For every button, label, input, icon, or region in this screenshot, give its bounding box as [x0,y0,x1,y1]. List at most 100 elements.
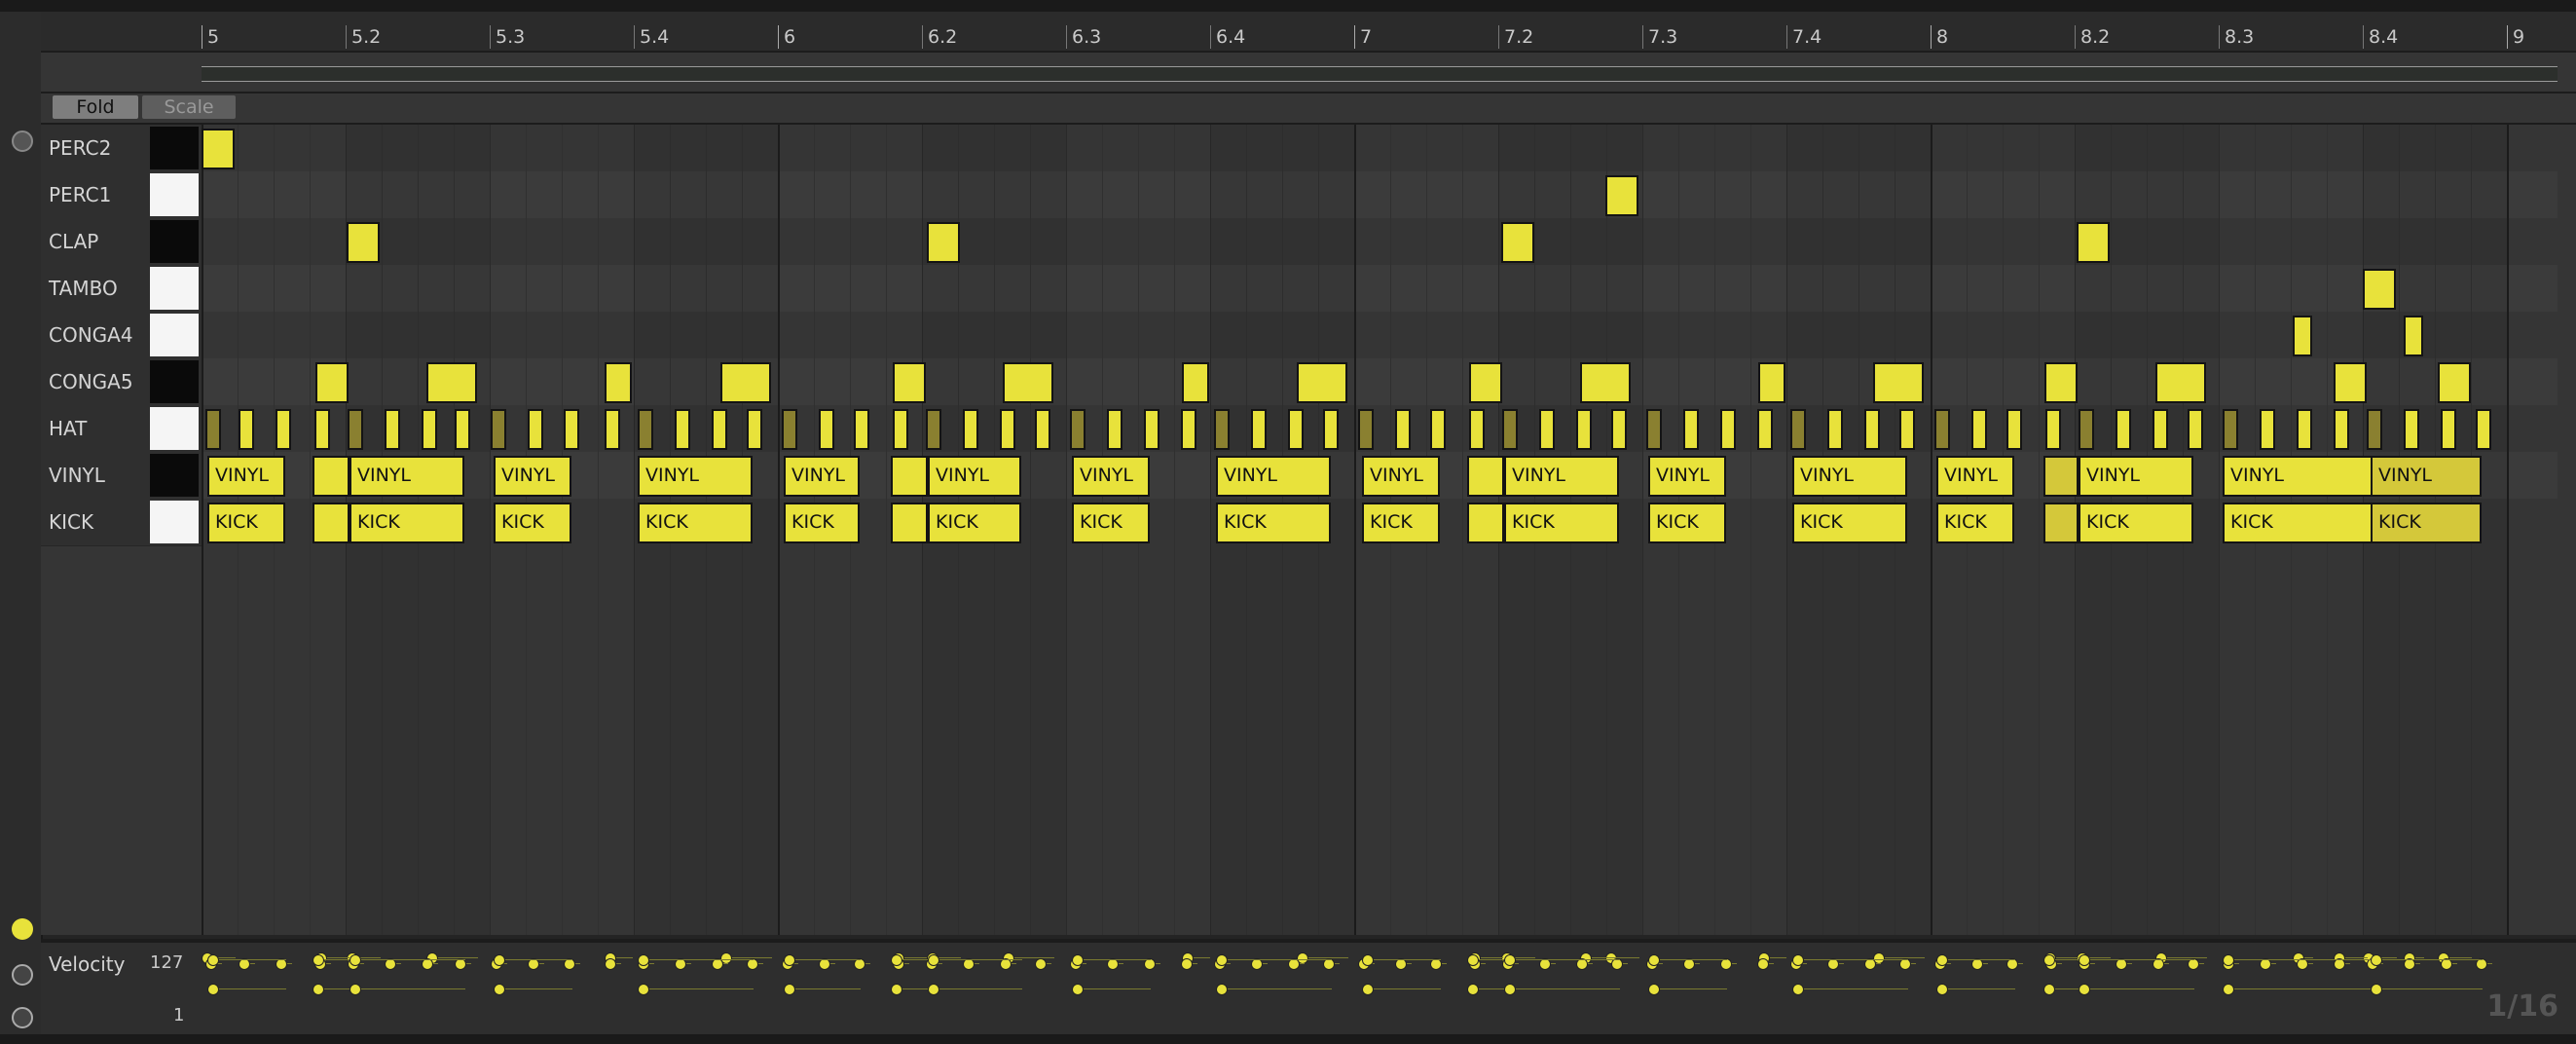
velocity-marker[interactable] [1648,954,1660,966]
velocity-marker[interactable] [891,984,902,995]
note-vinyl[interactable] [891,456,928,497]
note-kick[interactable]: KICK [1362,503,1440,543]
velocity-marker[interactable] [605,958,616,970]
loop-region[interactable] [202,66,2558,82]
note-vinyl[interactable]: VINYL [1792,456,1907,497]
note-hat[interactable] [1000,409,1015,450]
note-conga5[interactable] [893,362,926,403]
note-kick[interactable]: KICK [494,503,571,543]
note-hat[interactable] [1395,409,1411,450]
piano-key[interactable] [150,267,199,310]
note-vinyl[interactable]: VINYL [928,456,1021,497]
note-hat[interactable] [2116,409,2131,450]
velocity-marker[interactable] [1467,984,1479,995]
note-kick[interactable] [891,503,928,543]
velocity-marker[interactable] [1216,954,1228,966]
lane-clap[interactable]: CLAP [41,218,202,266]
note-kick[interactable]: KICK [1792,503,1907,543]
note-kick[interactable]: KICK [2079,503,2193,543]
note-hat[interactable] [1934,409,1950,450]
velocity-marker[interactable] [350,954,361,966]
note-hat[interactable] [2260,409,2275,450]
lane-kick[interactable]: KICK [41,499,202,546]
lane-conga5[interactable]: CONGA5 [41,358,202,406]
note-hat[interactable] [1214,409,1230,450]
velocity-marker[interactable] [784,984,795,995]
velocity-marker[interactable] [1504,954,1516,966]
velocity-marker[interactable] [784,954,795,966]
play-icon[interactable] [12,1007,33,1028]
note-hat[interactable] [2476,409,2491,450]
note-hat[interactable] [926,409,941,450]
note-hat[interactable] [819,409,834,450]
lane-hat[interactable]: HAT [41,405,202,453]
note-conga5[interactable] [426,362,477,403]
note-conga4[interactable] [2293,316,2312,356]
note-hat[interactable] [385,409,400,450]
note-conga5[interactable] [2334,362,2367,403]
note-hat[interactable] [1576,409,1592,450]
velocity-marker[interactable] [2043,954,2055,966]
velocity-marker[interactable] [1072,984,1084,995]
note-hat[interactable] [314,409,330,450]
velocity-marker[interactable] [928,954,939,966]
note-hat[interactable] [1323,409,1339,450]
note-hat[interactable] [2153,409,2168,450]
note-hat[interactable] [1827,409,1843,450]
note-perc2[interactable] [202,129,235,169]
note-hat[interactable] [205,409,221,450]
note-hat[interactable] [782,409,797,450]
piano-key[interactable] [150,454,199,497]
note-hat[interactable] [2367,409,2382,450]
beat-ruler[interactable]: 5 5.2 5.3 5.4 6 6.2 6.3 6.4 7 7.2 7.3 7.4 8 8.2 8.3 8.4… [41,12,2576,53]
velocity-marker[interactable] [1504,984,1516,995]
velocity-marker[interactable] [350,984,361,995]
note-vinyl[interactable] [313,456,350,497]
note-vinyl[interactable]: VINYL [350,456,464,497]
note-conga5[interactable] [720,362,771,403]
velocity-marker[interactable] [313,984,324,995]
velocity-marker[interactable] [1216,984,1228,995]
note-vinyl[interactable]: VINYL [1072,456,1150,497]
note-kick[interactable]: KICK [2371,503,2482,543]
velocity-marker[interactable] [638,954,649,966]
note-kick[interactable]: KICK [1216,503,1331,543]
velocity-marker[interactable] [2223,954,2234,966]
velocity-marker[interactable] [1648,984,1660,995]
note-vinyl[interactable]: VINYL [784,456,860,497]
note-hat[interactable] [1502,409,1518,450]
note-hat[interactable] [1035,409,1050,450]
note-hat[interactable] [605,409,620,450]
note-perc1[interactable] [1605,175,1638,216]
note-hat[interactable] [2223,409,2238,450]
note-hat[interactable] [1430,409,1446,450]
note-hat[interactable] [1251,409,1267,450]
note-kick[interactable]: KICK [928,503,1021,543]
velocity-marker[interactable] [494,984,505,995]
velocity-marker[interactable] [638,984,649,995]
piano-key[interactable] [150,127,199,169]
note-conga5[interactable] [1873,362,1924,403]
note-vinyl[interactable]: VINYL [1362,456,1440,497]
note-hat[interactable] [455,409,470,450]
note-conga5[interactable] [2438,362,2471,403]
note-vinyl[interactable]: VINYL [2223,456,2373,497]
velocity-marker[interactable] [2371,954,2382,966]
velocity-marker[interactable] [1792,984,1804,995]
velocity-marker[interactable] [1035,958,1047,970]
note-vinyl[interactable]: VINYL [2079,456,2193,497]
note-conga5[interactable] [1580,362,1631,403]
note-hat[interactable] [564,409,579,450]
note-kick[interactable]: KICK [1072,503,1150,543]
note-conga4[interactable] [2404,316,2423,356]
note-vinyl[interactable]: VINYL [494,456,571,497]
note-kick[interactable] [2043,503,2079,543]
note-hat[interactable] [2079,409,2094,450]
note-hat[interactable] [348,409,363,450]
note-clap[interactable] [1501,222,1534,263]
velocity-marker[interactable] [1362,984,1374,995]
fold-button[interactable]: Fold [53,95,138,119]
loop-bar[interactable] [41,53,2576,93]
piano-key[interactable] [150,220,199,263]
velocity-marker[interactable] [1467,954,1479,966]
